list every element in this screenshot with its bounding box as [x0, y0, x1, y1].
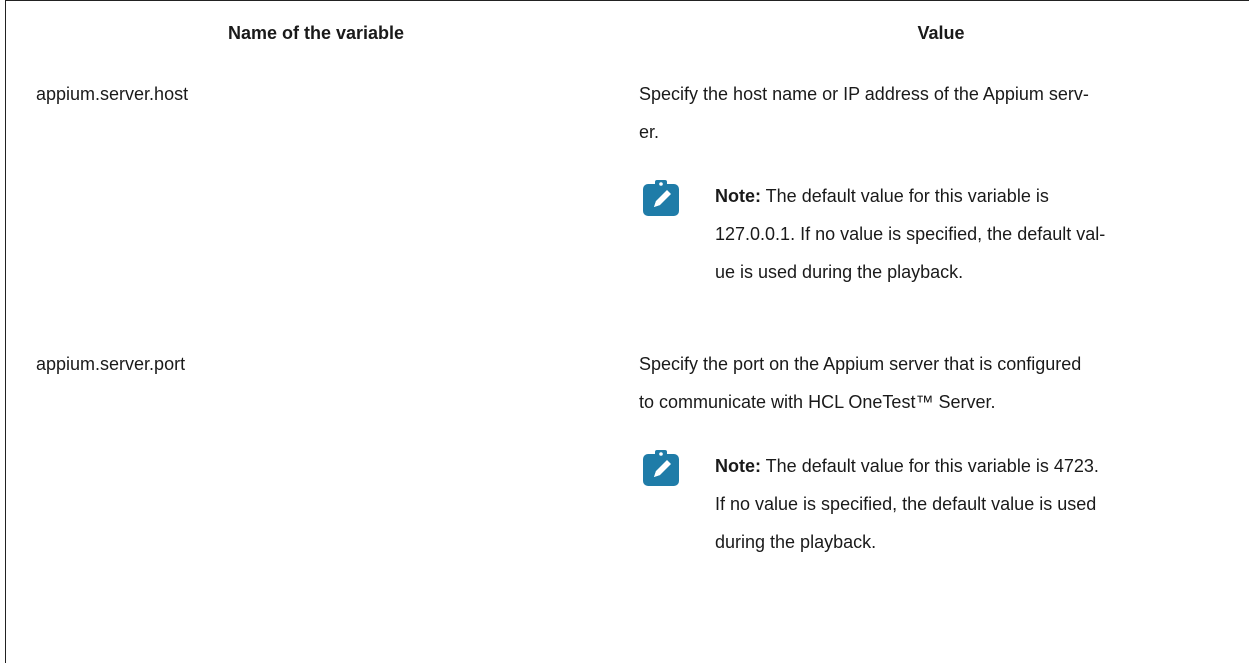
table-header-row: Name of the variable Value — [6, 1, 1249, 73]
note-block: Note: The default value for this variabl… — [639, 447, 1239, 561]
note-label: Note: — [715, 456, 761, 476]
note-line: ue is used during the playback. — [715, 262, 964, 282]
note-line: The default value for this variable is — [761, 186, 1049, 206]
note-block: Note: The default value for this variabl… — [639, 177, 1239, 291]
row-description: Specify the host name or IP address of t… — [639, 75, 1239, 151]
description-line: er. — [639, 122, 660, 142]
note-line: during the playback. — [715, 532, 877, 552]
variables-table: Name of the variable Value appium.server… — [5, 0, 1249, 663]
row-description: Specify the port on the Appium server th… — [639, 345, 1239, 421]
note-line: If no value is specified, the default va… — [715, 494, 1097, 514]
row-variable-value: Specify the host name or IP address of t… — [639, 75, 1239, 291]
column-header-value: Value — [917, 23, 965, 43]
row-variable-value: Specify the port on the Appium server th… — [639, 345, 1239, 561]
description-line: Specify the port on the Appium server th… — [639, 354, 1082, 374]
description-line: to communicate with HCL OneTest™ Server. — [639, 392, 996, 412]
column-header-name: Name of the variable — [227, 23, 405, 43]
note-line: 127.0.0.1. If no value is specified, the… — [715, 224, 1106, 244]
row-variable-name: appium.server.host — [36, 84, 189, 104]
note-pencil-icon — [643, 450, 679, 486]
row-variable-name: appium.server.port — [36, 354, 186, 374]
note-label: Note: — [715, 186, 761, 206]
note-pencil-icon — [643, 180, 679, 216]
description-line: Specify the host name or IP address of t… — [639, 84, 1089, 104]
note-line: The default value for this variable is 4… — [761, 456, 1099, 476]
